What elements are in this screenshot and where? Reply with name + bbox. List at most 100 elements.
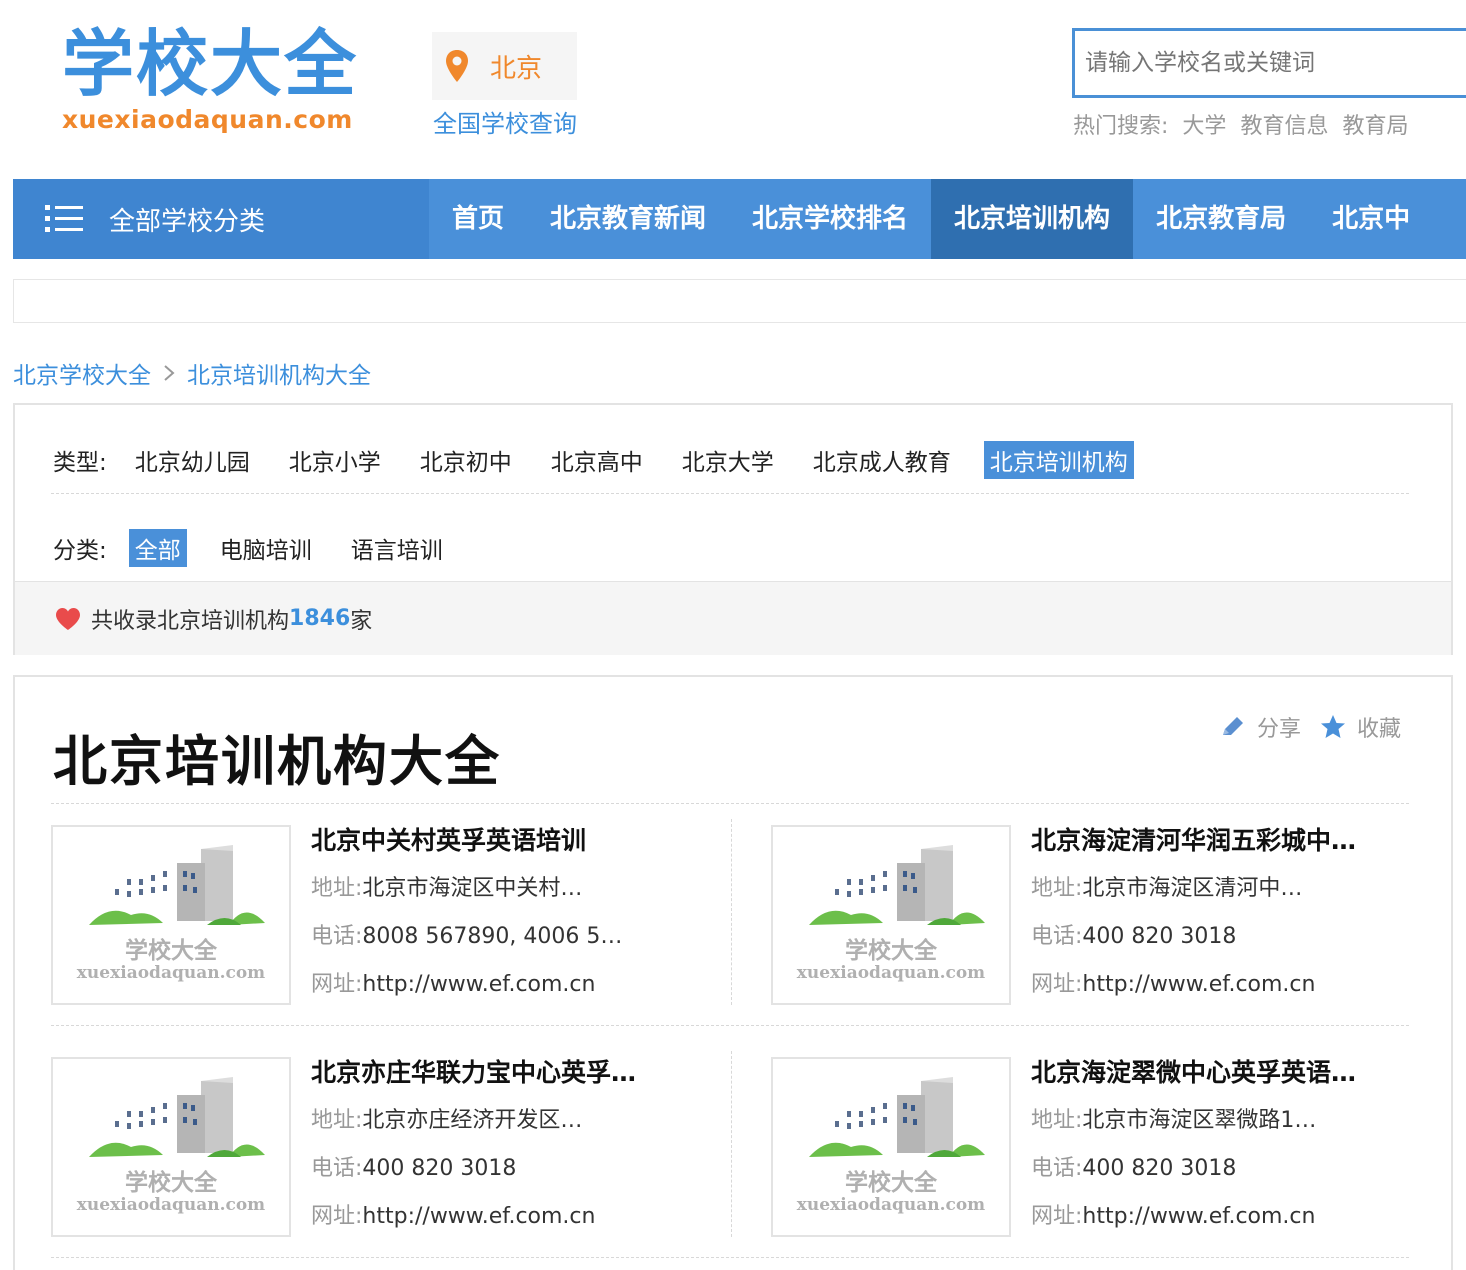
hot-link-university[interactable]: 大学 bbox=[1182, 114, 1226, 139]
site-logo[interactable]: 学校大全 xuexiaodaquan.com bbox=[62, 22, 382, 142]
thumbnail-subtext: xuexiaodaquan.com bbox=[796, 963, 986, 983]
institution-name[interactable]: 北京海淀翠微中心英孚英语… bbox=[1031, 1057, 1451, 1089]
thumbnail-text: 学校大全 bbox=[125, 1170, 217, 1196]
category-all[interactable]: 全部 bbox=[128, 529, 187, 567]
nav-school-ranking[interactable]: 北京学校排名 bbox=[729, 179, 931, 259]
institution-address: 地址:北京市海淀区翠微路1… bbox=[1031, 1108, 1317, 1133]
heart-icon bbox=[56, 607, 80, 630]
institution-phone: 电话:8008 567890, 4006 5… bbox=[311, 924, 623, 949]
institution-url: 网址:http://www.ef.com.cn bbox=[311, 972, 596, 997]
breadcrumb-current[interactable]: 北京培训机构大全 bbox=[187, 356, 371, 390]
type-junior[interactable]: 北京初中 bbox=[414, 441, 518, 479]
institution-thumbnail[interactable]: 学校大全 xuexiaodaquan.com bbox=[771, 825, 1011, 1005]
hot-search: 热门搜索: 大学 教育信息 教育局 bbox=[1073, 108, 1422, 140]
institution-name[interactable]: 北京中关村英孚英语培训 bbox=[311, 825, 731, 857]
school-building-icon bbox=[89, 845, 265, 925]
national-school-search-link[interactable]: 全国学校查询 bbox=[433, 104, 577, 139]
type-training[interactable]: 北京培训机构 bbox=[983, 441, 1134, 479]
school-building-icon bbox=[89, 1077, 265, 1157]
search-input[interactable] bbox=[1072, 28, 1466, 98]
institution-card[interactable]: 学校大全 xuexiaodaquan.com 北京亦庄华联力宝中心英孚… 地址:… bbox=[51, 1057, 731, 1237]
institution-address: 地址:北京亦庄经济开发区… bbox=[311, 1108, 583, 1133]
nav-home[interactable]: 首页 bbox=[429, 179, 527, 259]
institution-card[interactable]: 学校大全 xuexiaodaquan.com 北京海淀翠微中心英孚英语… 地址:… bbox=[771, 1057, 1451, 1237]
divider bbox=[731, 819, 732, 1005]
institution-list-panel: 北京培训机构大全 分享 收藏 学校大全 xuexiaodaquan.com 北京… bbox=[13, 675, 1453, 1270]
type-label: 类型: bbox=[53, 450, 107, 476]
stat-bar: 共收录北京培训机构 1846 家 bbox=[15, 581, 1451, 655]
institution-url: 网址:http://www.ef.com.cn bbox=[1031, 1204, 1316, 1229]
institution-url: 网址:http://www.ef.com.cn bbox=[1031, 972, 1316, 997]
category-computer[interactable]: 电脑培训 bbox=[214, 529, 318, 567]
pencil-icon bbox=[1223, 717, 1243, 735]
all-categories-label: 全部学校分类 bbox=[109, 206, 266, 237]
stat-count: 1846 bbox=[289, 606, 351, 631]
type-kindergarten[interactable]: 北京幼儿园 bbox=[129, 441, 256, 479]
filter-panel: 类型: 北京幼儿园 北京小学 北京初中 北京高中 北京大学 北京成人教育 北京培… bbox=[13, 403, 1453, 655]
nav-edu-bureau[interactable]: 北京教育局 bbox=[1133, 179, 1309, 259]
institution-thumbnail[interactable]: 学校大全 xuexiaodaquan.com bbox=[51, 825, 291, 1005]
school-building-icon bbox=[809, 845, 985, 925]
divider bbox=[51, 803, 1409, 804]
institution-phone: 电话:400 820 3018 bbox=[1031, 924, 1237, 949]
thumbnail-subtext: xuexiaodaquan.com bbox=[796, 1195, 986, 1215]
stat-prefix: 共收录北京培训机构 bbox=[91, 608, 290, 634]
nav-training-institutions[interactable]: 北京培训机构 bbox=[931, 179, 1134, 259]
institution-address: 地址:北京市海淀区中关村… bbox=[311, 876, 583, 901]
school-building-icon bbox=[809, 1077, 985, 1157]
type-university[interactable]: 北京大学 bbox=[676, 441, 780, 479]
nav-middle-school[interactable]: 北京中 bbox=[1309, 179, 1433, 259]
hot-search-label: 热门搜索: bbox=[1073, 114, 1169, 139]
star-icon bbox=[1321, 715, 1346, 738]
location-pin-icon bbox=[446, 50, 468, 82]
category-label: 分类: bbox=[53, 538, 107, 564]
type-primary[interactable]: 北京小学 bbox=[283, 441, 387, 479]
thumbnail-text: 学校大全 bbox=[125, 938, 217, 964]
type-adult-edu[interactable]: 北京成人教育 bbox=[807, 441, 957, 479]
breadcrumb: 北京学校大全 北京培训机构大全 bbox=[13, 356, 371, 390]
institution-info: 北京中关村英孚英语培训 地址:北京市海淀区中关村… 电话:8008 567890… bbox=[311, 825, 731, 1001]
divider bbox=[51, 493, 1409, 494]
institution-info: 北京海淀翠微中心英孚英语… 地址:北京市海淀区翠微路1… 电话:400 820 … bbox=[1031, 1057, 1451, 1233]
share-button[interactable]: 分享 bbox=[1257, 711, 1301, 743]
category-filter-row: 分类: 全部 电脑培训 语言培训 bbox=[53, 529, 476, 567]
stat-suffix: 家 bbox=[350, 608, 373, 634]
hot-link-edu-bureau[interactable]: 教育局 bbox=[1342, 114, 1408, 139]
thumbnail-subtext: xuexiaodaquan.com bbox=[76, 963, 266, 983]
institution-info: 北京亦庄华联力宝中心英孚… 地址:北京亦庄经济开发区… 电话:400 820 3… bbox=[311, 1057, 731, 1233]
divider bbox=[731, 1051, 732, 1237]
logo-subtext: xuexiaodaquan.com bbox=[62, 105, 353, 134]
breadcrumb-home[interactable]: 北京学校大全 bbox=[13, 356, 151, 390]
share-actions: 分享 收藏 bbox=[1219, 711, 1401, 743]
divider bbox=[51, 1257, 1409, 1258]
thumbnail-text: 学校大全 bbox=[845, 1170, 937, 1196]
logo-text: 学校大全 bbox=[62, 22, 359, 106]
institution-name[interactable]: 北京亦庄华联力宝中心英孚… bbox=[311, 1057, 731, 1089]
institution-info: 北京海淀清河华润五彩城中… 地址:北京市海淀区清河中… 电话:400 820 3… bbox=[1031, 825, 1451, 1001]
type-filter-row: 类型: 北京幼儿园 北京小学 北京初中 北京高中 北京大学 北京成人教育 北京培… bbox=[53, 441, 1161, 479]
thumbnail-subtext: xuexiaodaquan.com bbox=[76, 1195, 266, 1215]
all-categories-menu[interactable]: 全部学校分类 bbox=[13, 179, 429, 259]
city-selector[interactable]: 北京 bbox=[432, 32, 577, 100]
category-language[interactable]: 语言培训 bbox=[345, 529, 449, 567]
institution-thumbnail[interactable]: 学校大全 xuexiaodaquan.com bbox=[771, 1057, 1011, 1237]
current-city: 北京 bbox=[490, 53, 543, 84]
divider bbox=[51, 1025, 1409, 1026]
page-title: 北京培训机构大全 bbox=[53, 730, 501, 793]
banner-placeholder bbox=[13, 279, 1466, 323]
institution-address: 地址:北京市海淀区清河中… bbox=[1031, 876, 1303, 901]
chevron-right-icon bbox=[164, 365, 175, 381]
type-senior[interactable]: 北京高中 bbox=[545, 441, 649, 479]
list-menu-icon bbox=[45, 205, 83, 232]
institution-phone: 电话:400 820 3018 bbox=[1031, 1156, 1237, 1181]
institution-name[interactable]: 北京海淀清河华润五彩城中… bbox=[1031, 825, 1451, 857]
nav-edu-news[interactable]: 北京教育新闻 bbox=[527, 179, 729, 259]
institution-thumbnail[interactable]: 学校大全 xuexiaodaquan.com bbox=[51, 1057, 291, 1237]
institution-card[interactable]: 学校大全 xuexiaodaquan.com 北京海淀清河华润五彩城中… 地址:… bbox=[771, 825, 1451, 1005]
favorite-button[interactable]: 收藏 bbox=[1357, 711, 1401, 743]
institution-url: 网址:http://www.ef.com.cn bbox=[311, 1204, 596, 1229]
main-nav: 全部学校分类 首页 北京教育新闻 北京学校排名 北京培训机构 北京教育局 北京中 bbox=[13, 179, 1466, 259]
thumbnail-text: 学校大全 bbox=[845, 938, 937, 964]
institution-card[interactable]: 学校大全 xuexiaodaquan.com 北京中关村英孚英语培训 地址:北京… bbox=[51, 825, 731, 1005]
hot-link-edu-info[interactable]: 教育信息 bbox=[1240, 114, 1328, 139]
